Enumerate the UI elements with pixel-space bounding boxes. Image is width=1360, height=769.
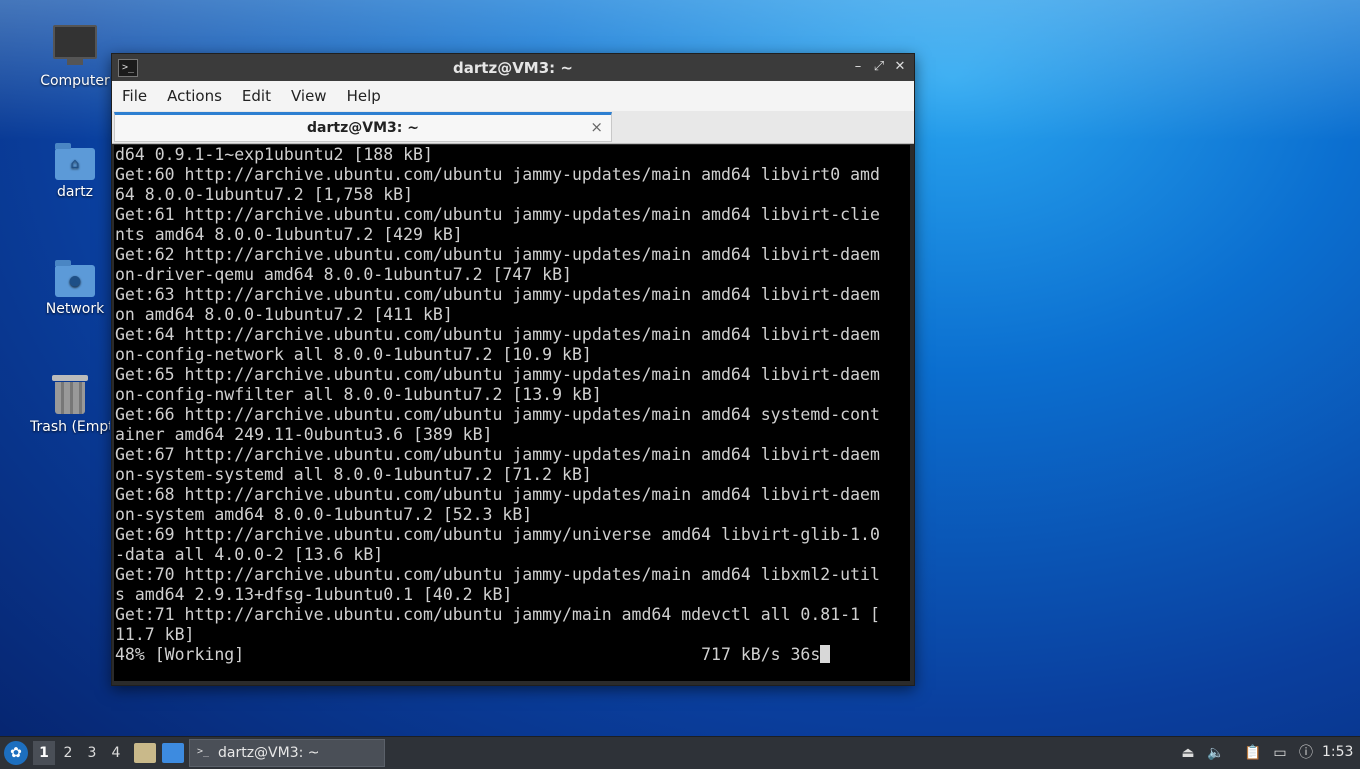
tab-terminal[interactable]: dartz@VM3: ~ × xyxy=(114,112,612,142)
terminal-line: ainer amd64 249.11-0ubuntu3.6 [389 kB] xyxy=(115,425,493,444)
tab-bar: dartz@VM3: ~ × xyxy=(112,111,914,144)
terminal-line: on-driver-qemu amd64 8.0.0-1ubuntu7.2 [7… xyxy=(115,265,572,284)
terminal-line: -data all 4.0.0-2 [13.6 kB] xyxy=(115,545,384,564)
minimize-button[interactable]: – xyxy=(850,59,866,75)
terminal-progress-line: 48% [Working] 717 kB/s 36s xyxy=(114,645,910,665)
maximize-button[interactable]: ⤢ xyxy=(871,59,887,75)
terminal-line: Get:60 http://archive.ubuntu.com/ubuntu … xyxy=(115,165,880,184)
eject-icon[interactable]: ⏏ xyxy=(1178,743,1198,763)
terminal-line: 64 8.0.0-1ubuntu7.2 [1,758 kB] xyxy=(115,185,414,204)
terminal-line: Get:61 http://archive.ubuntu.com/ubuntu … xyxy=(115,205,880,224)
tab-close-icon[interactable]: × xyxy=(590,118,603,136)
terminal-line: on-config-network all 8.0.0-1ubuntu7.2 [… xyxy=(115,345,592,364)
trash-icon xyxy=(52,375,88,415)
terminal-line: Get:62 http://archive.ubuntu.com/ubuntu … xyxy=(115,245,880,264)
workspace-3[interactable]: 3 xyxy=(81,741,103,765)
menu-help[interactable]: Help xyxy=(337,81,391,111)
terminal-line: nts amd64 8.0.0-1ubuntu7.2 [429 kB] xyxy=(115,225,463,244)
terminal-lines: d64 0.9.1-1~exp1ubuntu2 [188 kB] Get:60 … xyxy=(114,145,910,645)
workspace-1[interactable]: 1 xyxy=(33,741,55,765)
file-manager-icon[interactable] xyxy=(134,743,156,763)
volume-icon[interactable]: 🔈 xyxy=(1206,743,1226,763)
update-notifier-icon[interactable]: ⓘ xyxy=(1296,743,1316,763)
terminal-line: Get:71 http://archive.ubuntu.com/ubuntu … xyxy=(115,605,880,624)
terminal-line: on-system amd64 8.0.0-1ubuntu7.2 [52.3 k… xyxy=(115,505,533,524)
desktop-icon-label: Network xyxy=(45,301,105,317)
terminal-window[interactable]: >_ dartz@VM3: ~ – ⤢ ✕ File Actions Edit Vie… xyxy=(111,53,915,686)
window-titlebar[interactable]: >_ dartz@VM3: ~ – ⤢ ✕ xyxy=(112,54,914,81)
clipboard-icon[interactable]: 📋 xyxy=(1243,743,1263,763)
terminal-line: Get:66 http://archive.ubuntu.com/ubuntu … xyxy=(115,405,880,424)
start-menu-icon[interactable]: ✿ xyxy=(4,741,28,765)
terminal-line: s amd64 2.9.13+dfsg-1ubuntu0.1 [40.2 kB] xyxy=(115,585,513,604)
workspace-4[interactable]: 4 xyxy=(105,741,127,765)
terminal-line: 11.7 kB] xyxy=(115,625,195,644)
terminal-output[interactable]: d64 0.9.1-1~exp1ubuntu2 [188 kB] Get:60 … xyxy=(114,145,910,681)
clock[interactable]: 1:53 xyxy=(1322,744,1353,760)
taskbar-window-label: dartz@VM3: ~ xyxy=(218,745,320,761)
terminal-line: Get:64 http://archive.ubuntu.com/ubuntu … xyxy=(115,325,880,344)
terminal-line: on-config-nwfilter all 8.0.0-1ubuntu7.2 … xyxy=(115,385,602,404)
terminal-line: d64 0.9.1-1~exp1ubuntu2 [188 kB] xyxy=(115,145,433,164)
terminal-line: Get:63 http://archive.ubuntu.com/ubuntu … xyxy=(115,285,880,304)
workspace-2[interactable]: 2 xyxy=(57,741,79,765)
network-folder-icon: ● xyxy=(55,260,95,297)
terminal-icon: >_ xyxy=(197,746,210,757)
desktop-icon-label: dartz xyxy=(56,184,94,200)
show-desktop-icon[interactable] xyxy=(162,743,184,763)
terminal-cursor xyxy=(820,645,831,663)
menu-view[interactable]: View xyxy=(281,81,337,111)
desktop-icon-home[interactable]: ⌂ dartz xyxy=(30,143,120,200)
progress-status: 48% [Working] 717 kB/s 36s xyxy=(115,645,821,664)
terminal-line: on amd64 8.0.0-1ubuntu7.2 [411 kB] xyxy=(115,305,453,324)
computer-icon xyxy=(53,25,97,65)
desktop-icon-label: Trash (Empty) xyxy=(30,419,110,435)
desktop-icon-network[interactable]: ● Network xyxy=(30,260,120,317)
desktop-icon-trash[interactable]: Trash (Empty) xyxy=(30,375,110,435)
terminal-line: Get:65 http://archive.ubuntu.com/ubuntu … xyxy=(115,365,880,384)
window-title: dartz@VM3: ~ xyxy=(453,59,573,77)
taskbar-window-terminal[interactable]: >_ dartz@VM3: ~ xyxy=(189,739,385,767)
terminal-line: Get:67 http://archive.ubuntu.com/ubuntu … xyxy=(115,445,880,464)
menu-bar: File Actions Edit View Help xyxy=(112,81,914,112)
network-icon[interactable]: ▭ xyxy=(1270,743,1290,763)
terminal-line: Get:70 http://archive.ubuntu.com/ubuntu … xyxy=(115,565,880,584)
terminal-line: Get:69 http://archive.ubuntu.com/ubuntu … xyxy=(115,525,880,544)
terminal-line: Get:68 http://archive.ubuntu.com/ubuntu … xyxy=(115,485,880,504)
tab-label: dartz@VM3: ~ xyxy=(307,120,419,136)
menu-file[interactable]: File xyxy=(112,81,157,111)
home-folder-icon: ⌂ xyxy=(55,143,95,180)
taskbar: ✿ 1 2 3 4 >_ dartz@VM3: ~ ⏏ 🔈 📋 ▭ ⓘ 1:53 xyxy=(0,736,1360,769)
menu-edit[interactable]: Edit xyxy=(232,81,281,111)
terminal-line: on-system-systemd all 8.0.0-1ubuntu7.2 [… xyxy=(115,465,592,484)
desktop-icon-computer[interactable]: Computer xyxy=(30,25,120,89)
desktop-icon-label: Computer xyxy=(40,73,110,89)
menu-actions[interactable]: Actions xyxy=(157,81,232,111)
close-button[interactable]: ✕ xyxy=(892,59,908,75)
